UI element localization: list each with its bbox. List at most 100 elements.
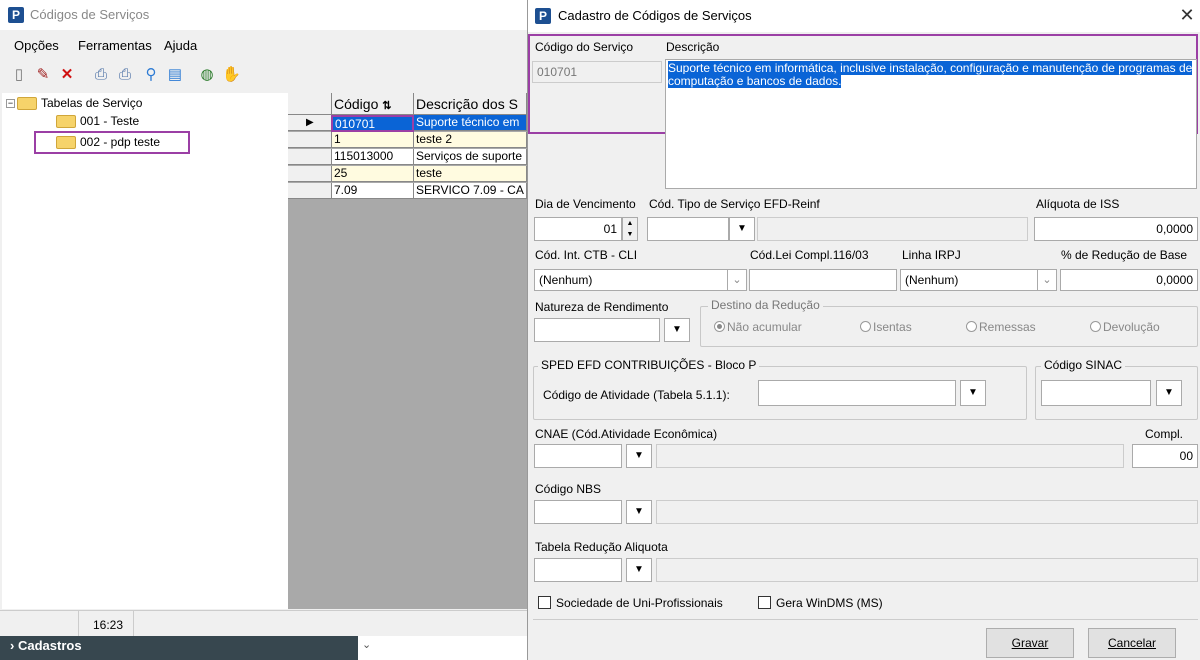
tabela-reducao-desc-field <box>656 558 1198 582</box>
compl-label: Compl. <box>1145 427 1184 441</box>
menu-ferramentas[interactable]: Ferramentas <box>78 38 152 53</box>
dia-spinner[interactable]: ▲ ▼ <box>622 217 638 241</box>
cod-tipo-select[interactable] <box>647 217 729 241</box>
dropdown-arrow-icon: ▼ <box>634 564 644 575</box>
dia-vencimento-label: Dia de Vencimento <box>535 197 636 211</box>
linha-irpj-label: Linha IRPJ <box>902 248 961 262</box>
sinac-select[interactable] <box>1041 380 1151 406</box>
tabela-reducao-dropdown[interactable]: ▼ <box>626 558 652 582</box>
table-cell-codigo[interactable]: 7.09 <box>332 183 414 199</box>
uni-prof-checkbox[interactable]: Sociedade de Uni-Profissionais <box>538 596 723 610</box>
cod-lei-label: Cód.Lei Compl.116/03 <box>750 248 869 262</box>
radio-nao-acumular[interactable]: Não acumular <box>714 320 802 334</box>
new-doc-icon[interactable]: ▯ <box>10 66 28 84</box>
descricao-label: Descrição <box>666 40 720 54</box>
divider <box>533 619 1198 620</box>
dropdown-arrow-icon: ▼ <box>968 387 978 398</box>
dropdown-arrow-icon: ▼ <box>672 324 682 335</box>
table-cell-desc[interactable]: Serviços de suporte <box>414 149 527 165</box>
cancelar-button[interactable]: Cancelar <box>1088 628 1176 658</box>
collapse-icon[interactable]: − <box>6 99 15 109</box>
row-indicator: ▶ <box>288 115 332 131</box>
cnae-select[interactable] <box>534 444 622 468</box>
linha-irpj-dropdown[interactable]: ⌄ <box>1037 269 1057 291</box>
nav-cadastros[interactable]: › Cadastros <box>0 636 358 660</box>
table-cell-codigo[interactable]: 115013000 <box>332 149 414 165</box>
table-cell-desc[interactable]: SERVICO 7.09 - CA <box>414 183 527 199</box>
globe-icon[interactable]: ◍ <box>198 66 216 84</box>
tree-root[interactable]: − Tabelas de Serviço <box>6 96 142 111</box>
edit-pencil-icon[interactable]: ✎ <box>34 66 52 84</box>
tree-item-001[interactable]: 001 - Teste <box>56 114 139 129</box>
sinac-label: Código SINAC <box>1041 358 1126 372</box>
menu-bar: Opções Ferramentas Ajuda <box>0 30 527 58</box>
background-window-title: Códigos de Serviços <box>30 7 150 22</box>
dropdown-arrow-icon: ▼ <box>634 506 644 517</box>
print-icon[interactable]: ⎙ <box>92 66 110 84</box>
reducao-base-field[interactable]: 0,0000 <box>1060 269 1198 291</box>
descricao-selected-text: Suporte técnico em informática, inclusiv… <box>668 61 1193 88</box>
menu-ajuda[interactable]: Ajuda <box>164 38 197 53</box>
atividade-select[interactable] <box>758 380 956 406</box>
dialog-title: Cadastro de Códigos de Serviços <box>558 8 752 23</box>
chevron-down-icon: ⌄ <box>1042 274 1052 286</box>
folder-icon <box>17 97 37 111</box>
cadastro-dialog: P Cadastro de Códigos de Serviços ✕ Códi… <box>527 0 1200 660</box>
toolbar: ▯ ✎ ✕ ⎙ ⎙ ⚲ ▤ ◍ ✋ <box>0 60 527 90</box>
nbs-select[interactable] <box>534 500 622 524</box>
linha-irpj-select[interactable]: (Nenhum) <box>900 269 1038 291</box>
chevron-down-icon[interactable]: ⌄ <box>362 638 371 651</box>
descricao-textarea[interactable]: Suporte técnico em informática, inclusiv… <box>665 59 1197 189</box>
dia-vencimento-field[interactable]: 01 <box>534 217 622 241</box>
tree-item-002-highlighted[interactable]: 002 - pdp teste <box>34 131 190 154</box>
codigo-label: Código do Serviço <box>535 40 634 54</box>
sort-icon: ⇅ <box>382 100 392 112</box>
radio-selected-icon <box>714 321 725 332</box>
dropdown-arrow-icon: ▼ <box>1164 387 1174 398</box>
print-preview-icon[interactable]: ⎙ <box>116 66 134 84</box>
radio-isentas[interactable]: Isentas <box>860 320 912 334</box>
sinac-dropdown[interactable]: ▼ <box>1156 380 1182 406</box>
tabela-reducao-select[interactable] <box>534 558 622 582</box>
natureza-dropdown[interactable]: ▼ <box>664 318 690 342</box>
table-cell-codigo[interactable]: 25 <box>332 166 414 182</box>
background-window: P Códigos de Serviços Opções Ferramentas… <box>0 0 527 660</box>
natureza-select[interactable] <box>534 318 660 342</box>
table-cell-codigo[interactable]: 1 <box>332 132 414 148</box>
report-icon[interactable]: ▤ <box>166 66 184 84</box>
column-header-codigo[interactable]: Código ⇅ <box>332 93 414 115</box>
service-tree: − Tabelas de Serviço 001 - Teste 002 - pd… <box>2 93 288 609</box>
radio-remessas[interactable]: Remessas <box>966 320 1036 334</box>
radio-icon <box>966 321 977 332</box>
table-cell-desc[interactable]: teste <box>414 166 527 182</box>
cod-int-dropdown[interactable]: ⌄ <box>727 269 747 291</box>
hand-icon[interactable]: ✋ <box>222 66 241 84</box>
app-logo-icon: P <box>535 8 551 24</box>
menu-opcoes[interactable]: Opções <box>14 38 59 53</box>
nbs-dropdown[interactable]: ▼ <box>626 500 652 524</box>
cod-int-label: Cód. Int. CTB - CLI <box>535 248 638 262</box>
cod-int-select[interactable]: (Nenhum) <box>534 269 728 291</box>
gravar-button[interactable]: Gravar <box>986 628 1074 658</box>
cod-lei-field[interactable] <box>749 269 897 291</box>
aliquota-field[interactable]: 0,0000 <box>1034 217 1198 241</box>
close-icon[interactable]: ✕ <box>1176 3 1198 27</box>
cnae-dropdown[interactable]: ▼ <box>626 444 652 468</box>
radio-devolucao[interactable]: Devolução <box>1090 320 1160 334</box>
table-cell-codigo[interactable]: 010701 <box>331 115 414 132</box>
table-cell-desc[interactable]: teste 2 <box>414 132 527 148</box>
status-bar: 16:23 <box>0 610 527 636</box>
cnae-label: CNAE (Cód.Atividade Econômica) <box>535 427 718 441</box>
column-header-descricao[interactable]: Descrição dos S <box>414 93 527 115</box>
folder-icon <box>56 115 76 129</box>
table-cell-desc[interactable]: Suporte técnico em <box>414 115 527 131</box>
cod-tipo-dropdown[interactable]: ▼ <box>729 217 755 241</box>
atividade-dropdown[interactable]: ▼ <box>960 380 986 406</box>
codigo-field[interactable]: 010701 <box>532 61 662 83</box>
windms-checkbox[interactable]: Gera WinDMS (MS) <box>758 596 883 610</box>
compl-field[interactable]: 00 <box>1132 444 1198 468</box>
delete-x-icon[interactable]: ✕ <box>58 66 76 84</box>
atividade-label: Código de Atividade (Tabela 5.1.1): <box>543 388 730 402</box>
natureza-label: Natureza de Rendimento <box>535 300 669 314</box>
search-icon[interactable]: ⚲ <box>142 66 160 84</box>
